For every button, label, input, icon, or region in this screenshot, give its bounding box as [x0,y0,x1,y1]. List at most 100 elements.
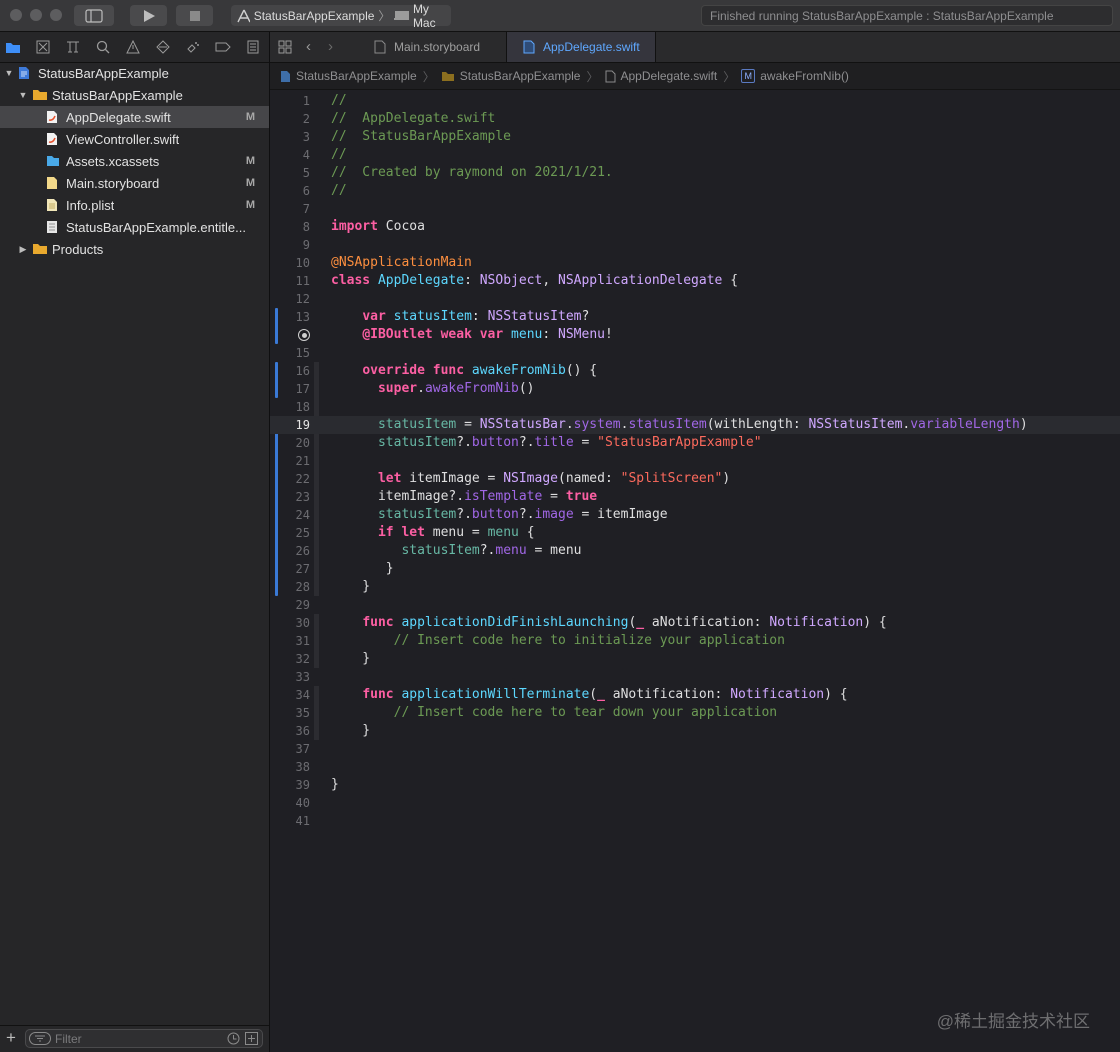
code-line[interactable]: 35 // Insert code here to tear down your… [270,704,1120,722]
disclosure-expanded-icon[interactable]: ▼ [18,90,28,100]
code-line[interactable]: 6 // [270,182,1120,200]
line-number[interactable]: 17 [270,380,310,398]
code-line[interactable]: 24 statusItem?.button?.image = itemImage [270,506,1120,524]
search-icon[interactable] [95,39,111,55]
code-line[interactable]: 36 } [270,722,1120,740]
navigator-item[interactable]: Assets.xcassets M [0,150,269,172]
line-number[interactable]: 27 [270,560,310,578]
stop-button[interactable] [176,5,213,26]
forward-chevron-icon[interactable]: › [328,38,333,55]
line-number[interactable]: 37 [270,740,310,758]
symbol-navigator-icon[interactable] [65,39,81,55]
tab-main-storyboard[interactable]: Main.storyboard [360,32,506,62]
back-chevron-icon[interactable]: ‹ [306,38,311,55]
code-line[interactable]: 32 } [270,650,1120,668]
code-line[interactable]: 14 @IBOutlet weak var menu: NSMenu! [270,326,1120,344]
code-line[interactable]: 12 [270,290,1120,308]
code-line[interactable]: 22 let itemImage = NSImage(named: "Split… [270,470,1120,488]
navigator-item[interactable]: Info.plist M [0,194,269,216]
line-number[interactable]: 8 [270,218,310,236]
code-line[interactable]: 29 [270,596,1120,614]
jump-folder[interactable]: StatusBarAppExample [441,69,580,83]
jump-file[interactable]: AppDelegate.swift [605,69,717,83]
code-line[interactable]: 11 class AppDelegate: NSObject, NSApplica… [270,272,1120,290]
code-line[interactable]: 34 func applicationWillTerminate(_ aNoti… [270,686,1120,704]
line-number[interactable]: 3 [270,128,310,146]
code-line[interactable]: 13 var statusItem: NSStatusItem? [270,308,1120,326]
source-editor[interactable]: 1 // 2 // AppDelegate.swift 3 // StatusBarApp… [270,90,1120,1052]
code-line[interactable]: 15 [270,344,1120,362]
code-line[interactable]: 8 import Cocoa [270,218,1120,236]
line-number[interactable]: 12 [270,290,310,308]
line-number[interactable]: 28 [270,578,310,596]
code-line[interactable]: 19 statusItem = NSStatusBar.system.statu… [270,416,1120,434]
line-number[interactable]: 29 [270,596,310,614]
line-number[interactable]: 7 [270,200,310,218]
navigator-item[interactable]: ▼ StatusBarAppExample [0,62,269,84]
code-line[interactable]: 28 } [270,578,1120,596]
line-number[interactable]: 22 [270,470,310,488]
jump-method[interactable]: M awakeFromNib() [741,69,849,83]
line-number[interactable]: 10 [270,254,310,272]
line-number[interactable]: 36 [270,722,310,740]
toggle-navigator-button[interactable] [74,5,114,26]
code-line[interactable]: 5 // Created by raymond on 2021/1/21. [270,164,1120,182]
code-line[interactable]: 3 // StatusBarAppExample [270,128,1120,146]
folder-navigator-icon[interactable] [5,39,21,55]
line-number[interactable]: 20 [270,434,310,452]
code-line[interactable]: 40 [270,794,1120,812]
minimize-window-button[interactable] [30,9,42,21]
code-line[interactable]: 26 statusItem?.menu = menu [270,542,1120,560]
disclosure-expanded-icon[interactable]: ▼ [4,68,14,78]
line-number[interactable]: 5 [270,164,310,182]
code-line[interactable]: 4 // [270,146,1120,164]
source-control-filter-icon[interactable] [245,1032,258,1045]
line-number[interactable]: 41 [270,812,310,830]
code-line[interactable]: 38 [270,758,1120,776]
code-line[interactable]: 23 itemImage?.isTemplate = true [270,488,1120,506]
line-number[interactable]: 9 [270,236,310,254]
code-line[interactable]: 10 @NSApplicationMain [270,254,1120,272]
debug-spray-icon[interactable] [185,39,201,55]
line-number[interactable]: 25 [270,524,310,542]
outlet-connection-icon[interactable] [298,329,310,341]
code-line[interactable]: 1 // [270,92,1120,110]
code-line[interactable]: 17 super.awakeFromNib() [270,380,1120,398]
line-number[interactable]: 2 [270,110,310,128]
line-number[interactable]: 13 [270,308,310,326]
filter-field[interactable]: Filter [25,1029,263,1048]
zoom-window-button[interactable] [50,9,62,21]
navigator-item[interactable]: ViewController.swift [0,128,269,150]
line-number[interactable]: 21 [270,452,310,470]
related-items-grid-icon[interactable] [278,40,292,59]
line-number[interactable]: 38 [270,758,310,776]
add-icon[interactable]: + [6,1028,16,1048]
navigator-item[interactable]: Main.storyboard M [0,172,269,194]
navigator-item[interactable]: AppDelegate.swift M [0,106,269,128]
code-line[interactable]: 30 func applicationDidFinishLaunching(_ … [270,614,1120,632]
tab-appdelegate-swift[interactable]: AppDelegate.swift [506,32,656,62]
code-line[interactable]: 16 override func awakeFromNib() { [270,362,1120,380]
line-number[interactable]: 32 [270,650,310,668]
disclosure-collapsed-icon[interactable]: ▶ [18,244,28,255]
code-line[interactable]: 37 [270,740,1120,758]
jump-project[interactable]: StatusBarAppExample [280,69,417,83]
line-number[interactable]: 4 [270,146,310,164]
issue-warning-icon[interactable] [125,39,141,55]
scheme-selector[interactable]: StatusBarAppExample 〉 My Mac [231,2,451,30]
line-number[interactable]: 39 [270,776,310,794]
line-number[interactable]: 1 [270,92,310,110]
line-number[interactable]: 33 [270,668,310,686]
navigator-item[interactable]: StatusBarAppExample.entitle... [0,216,269,238]
line-number[interactable]: 23 [270,488,310,506]
code-line[interactable]: 27 } [270,560,1120,578]
line-number[interactable]: 26 [270,542,310,560]
line-number[interactable]: 35 [270,704,310,722]
code-line[interactable]: 9 [270,236,1120,254]
code-line[interactable]: 39} [270,776,1120,794]
report-list-icon[interactable] [245,39,261,55]
line-number[interactable]: 16 [270,362,310,380]
navigator-item[interactable]: ▼ StatusBarAppExample [0,84,269,106]
line-number[interactable]: 15 [270,344,310,362]
code-line[interactable]: 7 [270,200,1120,218]
